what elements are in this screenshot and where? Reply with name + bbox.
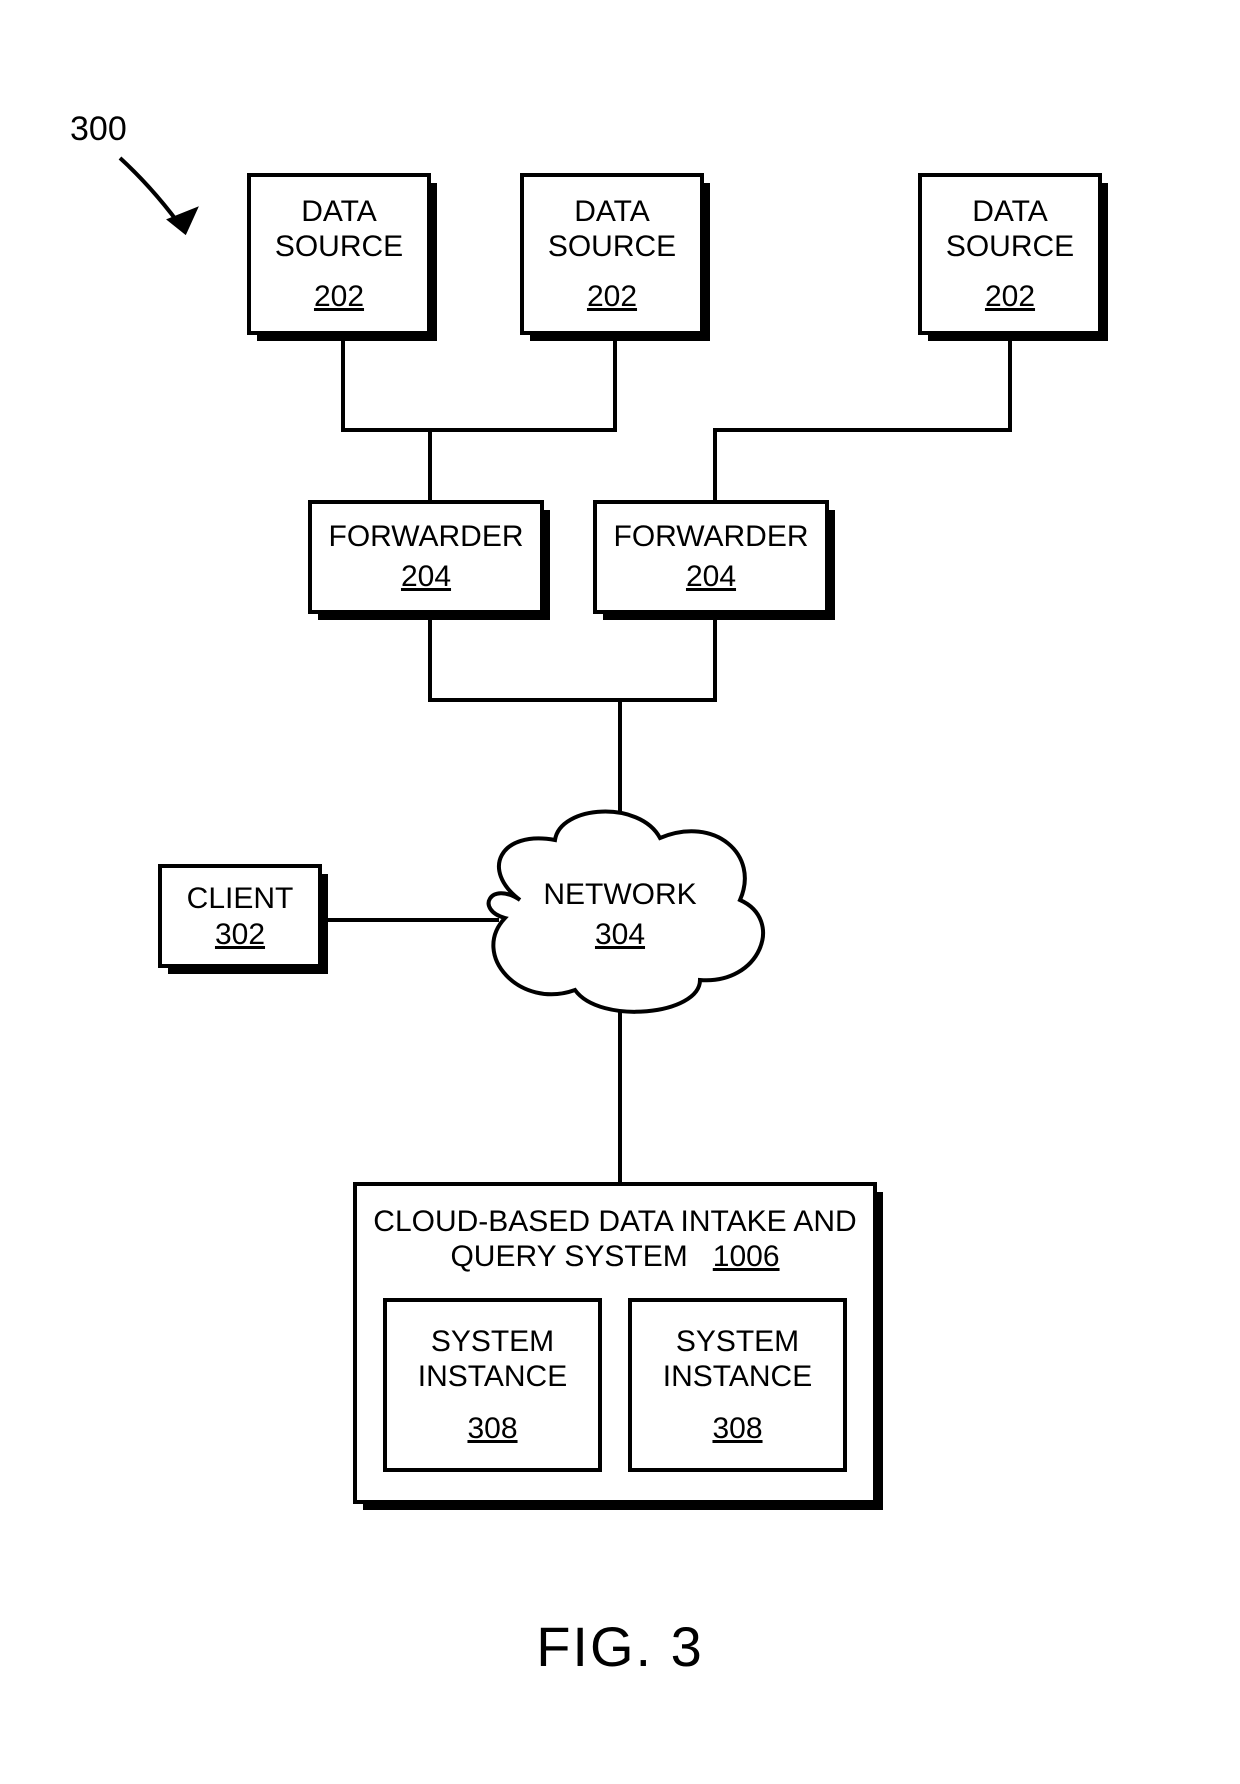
system-instance-2 xyxy=(630,1300,845,1470)
forwarder-2 xyxy=(595,502,835,620)
forwarder-1 xyxy=(310,502,550,620)
diagram-svg xyxy=(0,0,1240,1784)
diagram-stage: 300 DATA SOURCE 202 DATA SOURCE 202 DATA… xyxy=(0,0,1240,1784)
system-instance-1 xyxy=(385,1300,600,1470)
client-box xyxy=(160,866,328,974)
network-cloud xyxy=(489,812,763,1012)
data-source-1 xyxy=(249,175,437,341)
data-source-3 xyxy=(920,175,1108,341)
data-source-2 xyxy=(522,175,710,341)
